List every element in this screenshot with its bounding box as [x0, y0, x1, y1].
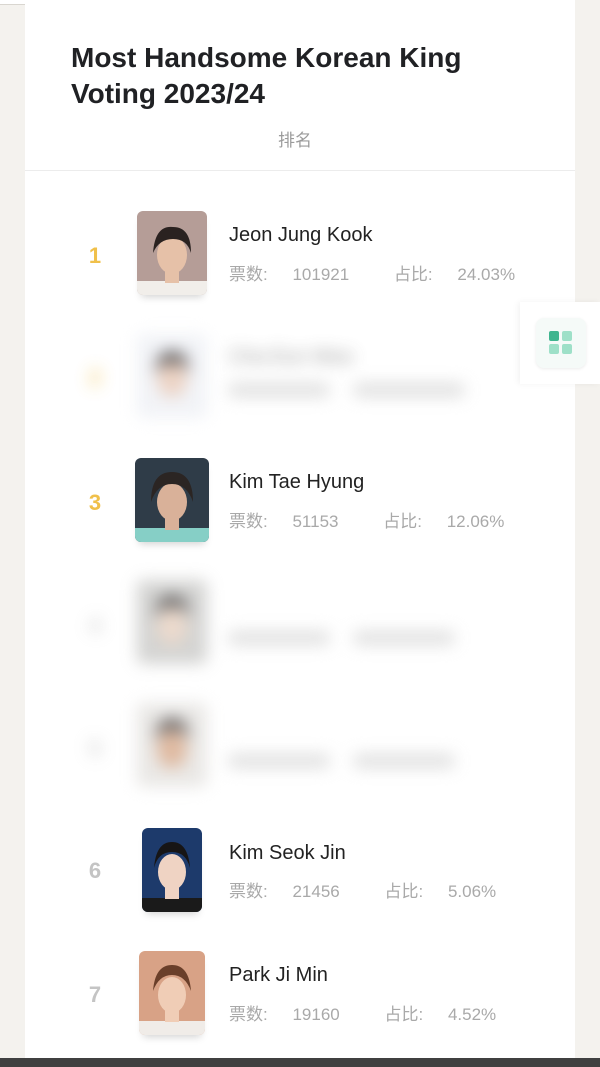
candidate-name: Jeon Jung Kook: [229, 224, 373, 246]
avatar: [137, 211, 207, 295]
ranking-row-2[interactable]: 2 Cha Eun Woo: [25, 322, 575, 432]
candidate-stats: 票数: 51153 占比: 12.06%: [229, 507, 544, 532]
share-value: 4.52%: [447, 1005, 497, 1024]
rank-number: 7: [88, 982, 102, 1007]
rank-number: 1: [88, 243, 102, 268]
candidate-stats: 票数: 21456 占比: 5.06%: [229, 877, 536, 902]
votes-label: 票数:: [229, 265, 268, 284]
candidate-name: Park Ji Min: [229, 964, 328, 986]
share-value: 5.06%: [447, 882, 497, 901]
share-label: 占比:: [393, 265, 433, 284]
votes-label: 票数:: [229, 512, 268, 531]
avatar: [139, 951, 205, 1035]
rank-number: 4: [88, 613, 102, 638]
share-label: 占比:: [384, 882, 424, 901]
candidate-name: Kim Seok Jin: [229, 842, 346, 864]
candidate-stats: [229, 382, 484, 402]
share-value: 12.06%: [446, 512, 505, 531]
votes-value: 101921: [292, 265, 350, 284]
page-title: Most Handsome Korean King Voting 2023/24: [71, 42, 462, 109]
grid-menu-button[interactable]: [536, 318, 586, 368]
votes-label: 票数:: [229, 882, 268, 901]
candidate-stats: [229, 753, 474, 773]
avatar: [135, 458, 209, 542]
rank-number: 5: [88, 736, 102, 761]
rank-number: 6: [88, 858, 102, 883]
votes-value: 21456: [292, 882, 340, 901]
votes-label: 票数:: [229, 1005, 268, 1024]
rank-number: 3: [88, 490, 102, 515]
avatar: [137, 580, 207, 664]
grid-icon: [549, 331, 572, 354]
candidate-name: Cha Eun Woo: [229, 346, 354, 368]
candidate-stats: 票数: 101921 占比: 24.03%: [229, 260, 555, 285]
ranking-row-5[interactable]: 5: [25, 693, 575, 803]
ranking-subtitle: 排名: [278, 131, 312, 151]
ranking-row-6[interactable]: 6 Kim Seok Jin 票数: 21456 占比: 5.06%: [25, 818, 575, 928]
share-value: 24.03%: [457, 265, 516, 284]
candidate-name: Kim Tae Hyung: [229, 471, 365, 493]
share-label: 占比:: [383, 512, 422, 531]
share-label: 占比:: [384, 1005, 424, 1024]
ranking-row-1[interactable]: 1 Jeon Jung Kook 票数: 101921 占比: 24.03%: [25, 200, 575, 310]
rank-number: 2: [88, 365, 102, 390]
avatar: [137, 703, 207, 787]
avatar: [142, 828, 202, 912]
avatar: [137, 334, 207, 418]
ranking-header: Most Handsome Korean King Voting 2023/24…: [25, 0, 575, 171]
ranking-row-7[interactable]: 7 Park Ji Min 票数: 19160 占比: 4.52%: [25, 940, 575, 1050]
votes-value: 51153: [292, 512, 339, 531]
ranking-card: Most Handsome Korean King Voting 2023/24…: [25, 0, 575, 1067]
votes-value: 19160: [292, 1005, 340, 1024]
candidate-stats: [229, 630, 474, 650]
ranking-row-4[interactable]: 4: [25, 570, 575, 680]
ranking-row-3[interactable]: 3 Kim Tae Hyung 票数: 51153 占比: 12.06%: [25, 448, 575, 558]
bottom-edge: [0, 1058, 600, 1067]
candidate-stats: 票数: 19160 占比: 4.52%: [229, 1000, 536, 1025]
